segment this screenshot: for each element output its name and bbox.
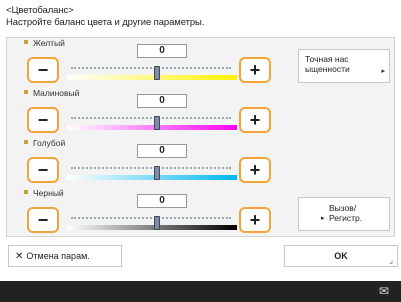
cyan-minus-button[interactable]: − — [27, 157, 59, 183]
scale-ticks — [71, 217, 231, 219]
fine-saturation-label-line2: ыщенности — [305, 64, 350, 74]
scale-ticks — [71, 117, 231, 119]
black-minus-button[interactable]: − — [27, 207, 59, 233]
row-magenta: Малиновый 0 − + — [7, 88, 297, 138]
value-cyan: 0 — [137, 144, 187, 158]
row-yellow: Желтый 0 − + — [7, 38, 297, 88]
page-title: <Цветобаланс> — [6, 5, 74, 16]
scale-ticks — [71, 167, 231, 169]
cyan-gradient — [67, 175, 237, 180]
magenta-gradient — [67, 125, 237, 130]
notification-icon[interactable]: ✉ — [379, 284, 389, 298]
black-plus-button[interactable]: + — [239, 207, 271, 233]
row-label-yellow: Желтый — [24, 38, 67, 48]
row-label-cyan: Голубой — [24, 138, 68, 148]
magenta-plus-button[interactable]: + — [239, 107, 271, 133]
yellow-plus-button[interactable]: + — [239, 57, 271, 83]
close-icon: ✕ — [15, 251, 24, 262]
recall-register-label-line2: Регистр. — [329, 213, 363, 223]
magenta-minus-button[interactable]: − — [27, 107, 59, 133]
fine-saturation-label-line1: Точная нас — [305, 54, 349, 64]
row-black: Черный 0 − + — [7, 188, 297, 238]
cancel-settings-label: Отмена парам. — [26, 251, 90, 261]
recall-register-button[interactable]: Вызов/ Регистр. ▸ — [298, 197, 390, 231]
corner-mark-icon: ⌟ — [389, 256, 393, 265]
ok-button[interactable]: OK ⌟ — [284, 245, 398, 267]
ok-label: OK — [334, 251, 348, 261]
chevron-right-icon: ▸ — [321, 215, 325, 222]
instruction-text: Настройте баланс цвета и другие параметр… — [6, 17, 205, 28]
yellow-slider-knob[interactable] — [154, 66, 160, 80]
yellow-minus-button[interactable]: − — [27, 57, 59, 83]
chevron-right-icon: ▸ — [381, 68, 385, 75]
yellow-gradient — [67, 75, 237, 80]
cancel-settings-button[interactable]: ✕ Отмена парам. — [8, 245, 122, 267]
black-slider-knob[interactable] — [154, 216, 160, 230]
value-black: 0 — [137, 194, 187, 208]
magenta-slider-knob[interactable] — [154, 116, 160, 130]
recall-register-label-line1: Вызов/ — [329, 203, 357, 213]
cyan-plus-button[interactable]: + — [239, 157, 271, 183]
value-yellow: 0 — [137, 44, 187, 58]
status-bar: ✉ — [0, 281, 401, 302]
row-label-magenta: Малиновый — [24, 88, 82, 98]
value-magenta: 0 — [137, 94, 187, 108]
fine-saturation-button[interactable]: Точная нас ыщенности ▸ — [298, 49, 390, 83]
row-cyan: Голубой 0 − + — [7, 138, 297, 188]
scale-ticks — [71, 67, 231, 69]
cyan-slider-knob[interactable] — [154, 166, 160, 180]
color-balance-panel: Желтый 0 − + Малиновый 0 − + Голубой 0 −… — [6, 37, 395, 237]
row-label-black: Черный — [24, 188, 66, 198]
black-gradient — [67, 225, 237, 230]
